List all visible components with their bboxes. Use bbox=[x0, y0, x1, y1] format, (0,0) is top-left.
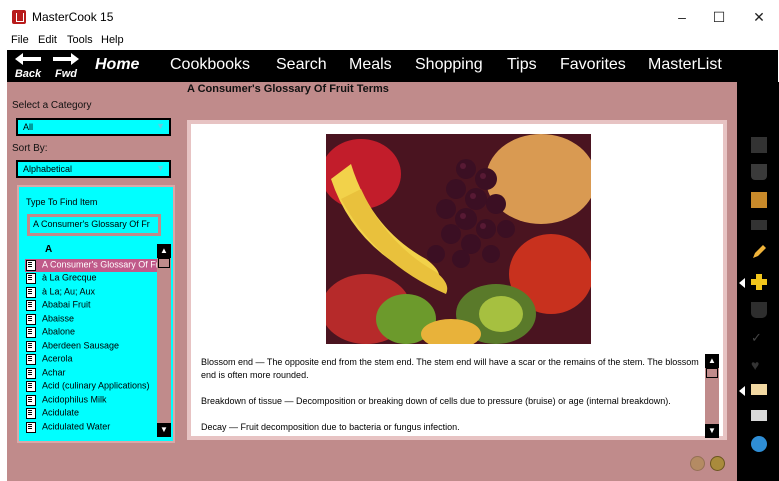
cup-icon[interactable] bbox=[751, 302, 767, 318]
nav-tips[interactable]: Tips bbox=[507, 56, 537, 74]
clipboard-icon[interactable] bbox=[751, 220, 767, 230]
maximize-button[interactable]: ☐ bbox=[699, 4, 739, 30]
content-scroll-thumb[interactable] bbox=[706, 368, 718, 378]
glossary-paragraph: Breakdown of tissue — Decomposition or b… bbox=[201, 396, 671, 406]
page-title: A Consumer's Glossary Of Fruit Terms bbox=[187, 83, 389, 95]
list-item[interactable]: Acidulated Water bbox=[25, 421, 157, 434]
category-select[interactable]: All ▼ bbox=[16, 118, 171, 136]
next-page-button[interactable] bbox=[710, 456, 725, 471]
glossary-paragraph: Blossom end — The opposite end from the … bbox=[201, 357, 699, 380]
recipe-card-icon[interactable] bbox=[751, 137, 767, 153]
category-label: Select a Category bbox=[12, 100, 92, 111]
content-text: Blossom end — The opposite end from the … bbox=[201, 356, 701, 447]
letter-header: A bbox=[45, 244, 53, 255]
back-button[interactable]: Back bbox=[13, 52, 43, 80]
recipe-card-icon bbox=[25, 380, 36, 393]
recipe-card-icon bbox=[25, 259, 36, 272]
nav-meals[interactable]: Meals bbox=[349, 56, 392, 74]
scroll-up-icon[interactable]: ▲ bbox=[157, 244, 171, 258]
add-icon[interactable] bbox=[751, 274, 767, 290]
sort-value: Alphabetical bbox=[23, 164, 73, 174]
sort-label: Sort By: bbox=[12, 143, 48, 154]
nav-masterlist[interactable]: MasterList bbox=[648, 56, 722, 74]
fruit-photo bbox=[326, 134, 591, 344]
back-label: Back bbox=[14, 68, 42, 80]
list-item[interactable]: Achar bbox=[25, 367, 157, 380]
nav-search[interactable]: Search bbox=[276, 56, 327, 74]
list-item[interactable]: Acerola bbox=[25, 353, 157, 366]
recipe-card-icon bbox=[25, 299, 36, 312]
pointer-indicator bbox=[739, 386, 745, 396]
menu-bar: File Edit Tools Help bbox=[0, 32, 779, 50]
list-item[interactable]: Abaisse bbox=[25, 313, 157, 326]
recipe-card-icon bbox=[25, 353, 36, 366]
pencil-icon[interactable] bbox=[751, 244, 767, 260]
recipe-card-icon bbox=[25, 340, 36, 353]
list-item[interactable]: A Consumer's Glossary Of Fruit Terms bbox=[25, 259, 157, 272]
scroll-down-icon[interactable]: ▼ bbox=[705, 424, 719, 438]
glossary-paragraph: Decay — Fruit decomposition due to bacte… bbox=[201, 422, 460, 432]
forward-arrow-icon bbox=[53, 53, 79, 65]
item-list-panel: Type To Find Item A Consumer's Glossary … bbox=[17, 185, 175, 443]
menu-edit[interactable]: Edit bbox=[38, 34, 57, 46]
flask-icon[interactable] bbox=[751, 164, 767, 180]
tool-sidebar: ✓ ♥ bbox=[737, 82, 779, 481]
recipe-card-icon bbox=[25, 394, 36, 407]
menu-help[interactable]: Help bbox=[101, 34, 124, 46]
nav-shopping[interactable]: Shopping bbox=[415, 56, 483, 74]
close-button[interactable]: ✕ bbox=[739, 4, 779, 30]
forward-button[interactable]: Fwd bbox=[51, 52, 81, 80]
pointer-indicator bbox=[739, 278, 745, 288]
list-item[interactable]: à La; Au; Aux bbox=[25, 286, 157, 299]
scroll-up-icon[interactable]: ▲ bbox=[705, 354, 719, 368]
chevron-down-icon: ▼ bbox=[156, 163, 165, 173]
recipe-card-icon bbox=[25, 313, 36, 326]
nav-home[interactable]: Home bbox=[95, 56, 139, 74]
list-scroll-thumb[interactable] bbox=[158, 258, 170, 268]
email-icon[interactable] bbox=[751, 384, 767, 395]
recipe-card-icon bbox=[25, 286, 36, 299]
content-scrollbar[interactable]: ▲ ▼ bbox=[705, 354, 719, 438]
title-bar: MasterCook 15 – ☐ ✕ bbox=[0, 0, 779, 32]
recipe-card-icon bbox=[25, 326, 36, 339]
box-icon[interactable] bbox=[751, 192, 767, 208]
list-item[interactable]: Abalone bbox=[25, 326, 157, 339]
find-label: Type To Find Item bbox=[26, 197, 98, 207]
content-panel: Blossom end — The opposite end from the … bbox=[187, 120, 727, 440]
list-item[interactable]: à La Grecque bbox=[25, 272, 157, 285]
nav-cookbooks[interactable]: Cookbooks bbox=[170, 56, 250, 74]
list-scrollbar[interactable]: ▲ ▼ bbox=[157, 244, 171, 437]
list-item[interactable]: Aberdeen Sausage bbox=[25, 340, 157, 353]
forward-label: Fwd bbox=[55, 68, 77, 80]
recipe-card-icon bbox=[25, 407, 36, 420]
globe-icon[interactable] bbox=[751, 436, 767, 452]
recipe-card-icon bbox=[25, 367, 36, 380]
chevron-down-icon: ▼ bbox=[156, 121, 165, 131]
recipe-card-icon bbox=[25, 421, 36, 434]
spellcheck-icon[interactable]: ✓ bbox=[751, 330, 767, 346]
main-area: A Consumer's Glossary Of Fruit Terms Sel… bbox=[7, 82, 737, 481]
list-item[interactable]: Acidulate bbox=[25, 407, 157, 420]
navigation-bar: Back Fwd Home Cookbooks Search Meals Sho… bbox=[7, 50, 778, 82]
menu-tools[interactable]: Tools bbox=[67, 34, 93, 46]
scroll-down-icon[interactable]: ▼ bbox=[157, 423, 171, 437]
printer-icon[interactable] bbox=[751, 410, 767, 421]
menu-file[interactable]: File bbox=[11, 34, 29, 46]
sort-select[interactable]: Alphabetical ▼ bbox=[16, 160, 171, 178]
list-item[interactable]: Acidophilus Milk bbox=[25, 394, 157, 407]
heart-icon[interactable]: ♥ bbox=[751, 357, 767, 373]
recipe-card-icon bbox=[25, 272, 36, 285]
category-value: All bbox=[23, 122, 34, 132]
minimize-button[interactable]: – bbox=[662, 4, 702, 30]
list-item[interactable]: Ababai Fruit bbox=[25, 299, 157, 312]
back-arrow-icon bbox=[15, 53, 41, 65]
list-item[interactable]: Acid (culinary Applications) bbox=[25, 380, 157, 393]
mastercook-app-icon bbox=[12, 10, 26, 24]
window-title: MasterCook 15 bbox=[32, 10, 114, 24]
nav-favorites[interactable]: Favorites bbox=[560, 56, 626, 74]
previous-page-button[interactable] bbox=[690, 456, 705, 471]
find-item-input[interactable]: A Consumer's Glossary Of Fr bbox=[27, 214, 161, 236]
